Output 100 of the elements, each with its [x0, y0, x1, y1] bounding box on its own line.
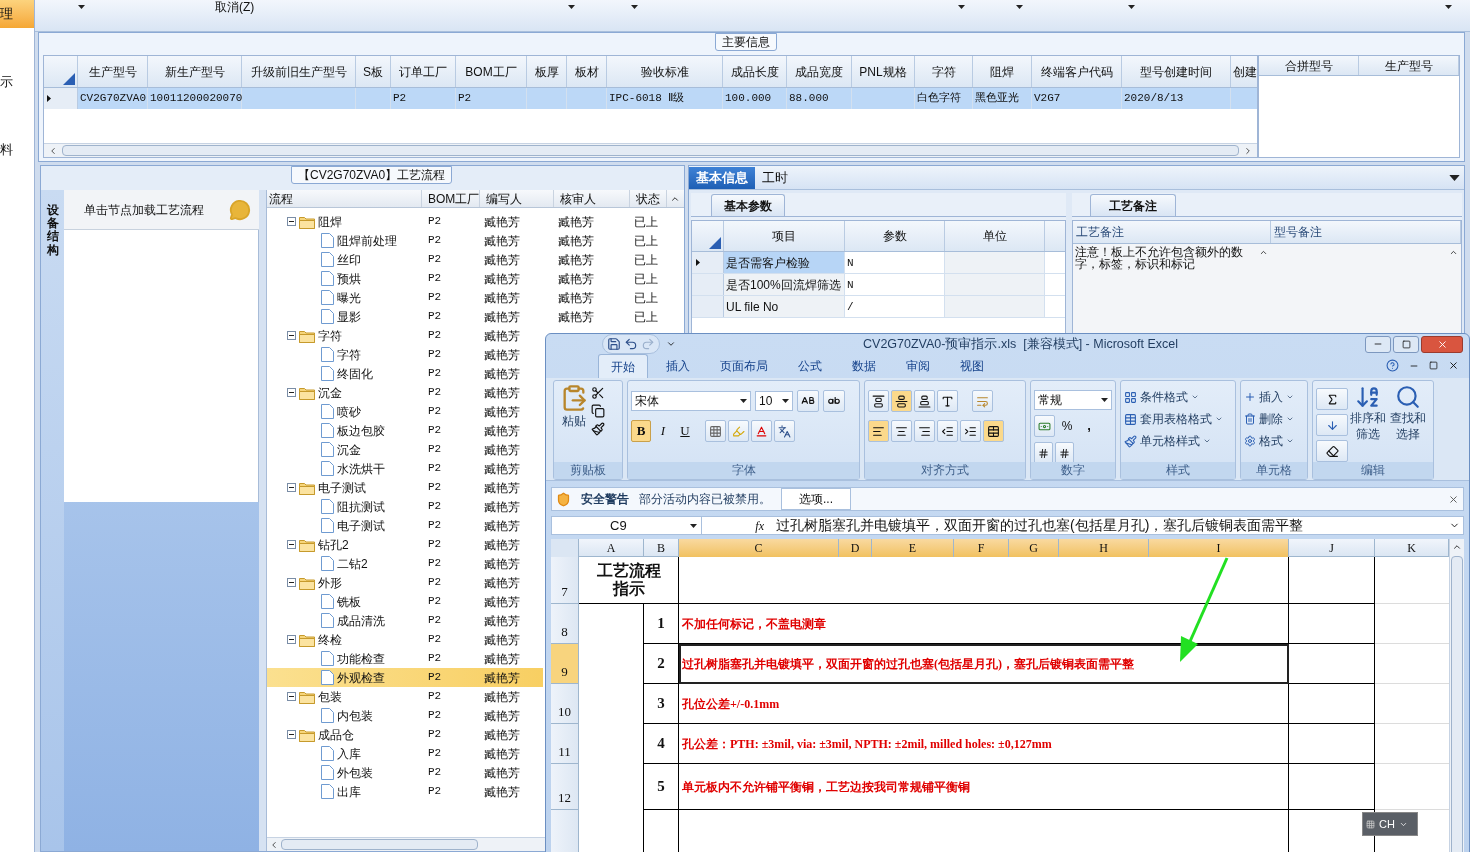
- tree-row[interactable]: 字符 P2 臧艳芳: [267, 326, 543, 345]
- tree-row[interactable]: 终检 P2 臧艳芳: [267, 630, 543, 649]
- column-header[interactable]: D: [839, 539, 872, 557]
- cell-menu-button[interactable]: 插入: [1244, 388, 1294, 406]
- formula-label[interactable]: fx: [702, 516, 772, 535]
- tree-row[interactable]: 板边包胶 P2 臧艳芳: [267, 421, 543, 440]
- empty-cell[interactable]: [1289, 557, 1375, 604]
- collapse-icon[interactable]: [287, 578, 296, 587]
- tree-row[interactable]: 丝印 P2 臧艳芳 臧艳芳 已上: [267, 250, 667, 269]
- currency-button[interactable]: [1034, 415, 1055, 437]
- ribbon-tab[interactable]: 公式: [786, 354, 834, 378]
- scroll-right-icon[interactable]: [1243, 145, 1253, 156]
- grid-row[interactable]: 是否100%回流焊筛选 N: [692, 274, 1065, 296]
- style-menu-button[interactable]: 套用表格格式: [1124, 410, 1223, 428]
- column-header[interactable]: BOM工厂: [422, 190, 480, 207]
- editing-menu-button[interactable]: 排序和筛选: [1348, 384, 1388, 462]
- paste-button[interactable]: 粘贴: [557, 384, 591, 462]
- tree-row[interactable]: 阻焊前处理 P2 臧艳芳 臧艳芳 已上: [267, 231, 667, 250]
- vertical-tab[interactable]: 设备结构: [46, 204, 59, 257]
- collapse-icon[interactable]: [287, 483, 296, 492]
- column-header[interactable]: C: [679, 539, 839, 557]
- close-icon[interactable]: [1448, 493, 1459, 505]
- column-header[interactable]: G: [1009, 539, 1059, 557]
- grid-row[interactable]: UL file No /: [692, 296, 1065, 318]
- tree-row[interactable]: 铣板 P2 臧艳芳: [267, 592, 543, 611]
- tree-row[interactable]: 外包装 P2 臧艳芳: [267, 763, 543, 782]
- cell-menu-button[interactable]: 删除: [1244, 410, 1294, 428]
- ribbon-tab[interactable]: 审阅: [894, 354, 942, 378]
- tree-row[interactable]: 电子测试 P2 臧艳芳: [267, 516, 543, 535]
- nav-item[interactable]: 理: [0, 0, 34, 28]
- brush-icon[interactable]: [591, 422, 605, 436]
- scroll-up-icon[interactable]: [1452, 542, 1462, 552]
- caret-icon[interactable]: [958, 5, 966, 9]
- caret-icon[interactable]: [740, 399, 747, 403]
- tree-row[interactable]: 外观检查 P2 臧艳芳: [267, 668, 543, 687]
- collapse-icon[interactable]: [287, 540, 296, 549]
- tree-row[interactable]: 入库 P2 臧艳芳: [267, 744, 543, 763]
- formula-field[interactable]: 过孔树脂塞孔并电镀填平，双面开窗的过孔也塞(包括星月孔)，塞孔后镀铜表面需平整: [772, 515, 1449, 536]
- column-header[interactable]: 升级前旧生产型号: [242, 56, 356, 87]
- increase-decimal-button[interactable]: [1034, 442, 1053, 464]
- column-header[interactable]: 板厚: [527, 56, 567, 87]
- column-header[interactable]: E: [872, 539, 954, 557]
- cut-icon[interactable]: [591, 386, 605, 400]
- empty-cell[interactable]: [1289, 604, 1375, 644]
- comma-button[interactable]: ,: [1079, 415, 1099, 437]
- tree-row[interactable]: 终固化 P2 臧艳芳: [267, 364, 543, 383]
- scroll-left-icon[interactable]: [48, 145, 58, 156]
- column-header[interactable]: 型号备注: [1271, 221, 1461, 243]
- style-menu-button[interactable]: 条件格式: [1124, 388, 1223, 406]
- ribbon-tab[interactable]: 页面布局: [708, 354, 780, 378]
- cancel-button[interactable]: 取消(Z): [215, 0, 255, 14]
- underline-button[interactable]: U: [675, 420, 695, 442]
- row-header[interactable]: 11: [551, 724, 579, 764]
- tree-row[interactable]: 内包装 P2 臧艳芳: [267, 706, 543, 725]
- column-header[interactable]: S板: [356, 56, 391, 87]
- nav-item[interactable]: 料: [0, 136, 34, 164]
- collapse-icon[interactable]: [287, 388, 296, 397]
- column-header[interactable]: 生产型号: [78, 56, 148, 87]
- italic-button[interactable]: I: [653, 420, 673, 442]
- nav-item[interactable]: 示: [0, 68, 34, 96]
- collapse-icon[interactable]: [287, 635, 296, 644]
- scroll-thumb[interactable]: [281, 839, 478, 850]
- grow-font-button[interactable]: [797, 390, 819, 412]
- scroll-thumb[interactable]: [62, 145, 1239, 156]
- tree-row[interactable]: 沉金 P2 臧艳芳: [267, 440, 543, 459]
- column-header[interactable]: A: [579, 539, 644, 557]
- row-header[interactable]: 12: [551, 764, 579, 810]
- column-header[interactable]: 合拼型号: [1259, 56, 1359, 75]
- font-name-field[interactable]: 宋体: [631, 391, 751, 411]
- column-header[interactable]: I: [1149, 539, 1289, 557]
- tab[interactable]: 基本信息: [689, 166, 755, 189]
- caret-icon[interactable]: [78, 5, 85, 9]
- bottom-align-button[interactable]: [914, 390, 935, 412]
- cell-menu-button[interactable]: 格式: [1244, 432, 1294, 450]
- caret-icon[interactable]: [1128, 5, 1136, 9]
- tree-row[interactable]: 显影 P2 臧艳芳 臧艳芳 已上: [267, 307, 667, 326]
- empty-cell[interactable]: [1289, 684, 1375, 724]
- column-header[interactable]: 核审人: [554, 190, 630, 207]
- percent-button[interactable]: %: [1057, 415, 1077, 437]
- column-header[interactable]: 状态: [630, 190, 667, 207]
- caret-icon[interactable]: [1016, 5, 1024, 9]
- name-box[interactable]: C9: [552, 517, 702, 534]
- tree-row[interactable]: 成品清洗 P2 臧艳芳: [267, 611, 543, 630]
- horizontal-scrollbar[interactable]: [267, 837, 545, 851]
- undo-icon[interactable]: [624, 337, 638, 351]
- column-header[interactable]: 新生产型号: [148, 56, 242, 87]
- caret-icon[interactable]: [1445, 5, 1453, 9]
- merge-cells-button[interactable]: [983, 420, 1004, 442]
- fill-button[interactable]: [1316, 414, 1348, 436]
- bold-button[interactable]: B: [631, 420, 651, 442]
- autosum-button[interactable]: [1316, 388, 1348, 410]
- grid-row[interactable]: CV2G70ZVA0 10011200020070 P2 P2 IPC-6018 Ⅱ级 100.000 88.000 白色字符 黑色亚光 V2G7 2020/8/13: [44, 88, 1257, 109]
- font-color-button[interactable]: [751, 420, 772, 442]
- sub-tab[interactable]: 工艺备注: [1090, 194, 1176, 216]
- ribbon-tab[interactable]: 插入: [654, 354, 702, 378]
- align-left-button[interactable]: [868, 420, 889, 442]
- borders-button[interactable]: [705, 420, 726, 442]
- grip-icon[interactable]: [1366, 819, 1375, 829]
- column-header[interactable]: 编写人: [480, 190, 554, 207]
- column-header[interactable]: 订单工厂: [391, 56, 456, 87]
